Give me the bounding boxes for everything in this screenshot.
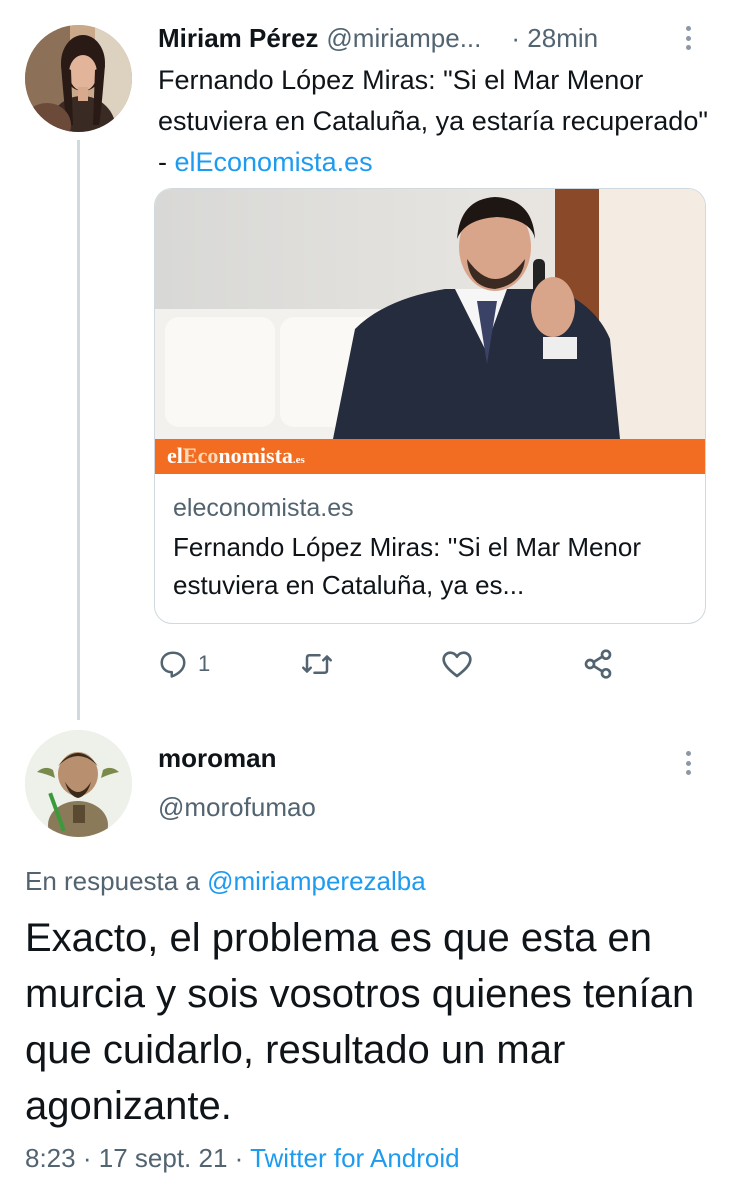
svg-text:elEconomista.es: elEconomista.es <box>167 443 306 468</box>
more-options-icon[interactable] <box>676 22 700 54</box>
replying-to-label: En respuesta a <box>25 866 208 896</box>
retweet-button[interactable] <box>300 644 334 684</box>
replying-to: En respuesta a @miriamperezalba <box>25 866 426 897</box>
tweet-time[interactable]: 8:23 <box>25 1143 76 1173</box>
tweet-header: Miriam Pérez @miriampe... · 28min <box>158 20 703 56</box>
author-name[interactable]: moroman <box>158 743 276 774</box>
more-options-icon[interactable] <box>676 747 700 779</box>
tweet-time[interactable]: · 28min <box>511 23 598 54</box>
author-handle[interactable]: @morofumao <box>158 792 316 823</box>
share-icon <box>584 649 612 679</box>
meta-separator: · <box>234 1143 244 1173</box>
retweet-icon <box>302 654 332 674</box>
card-title: Fernando López Miras: ''Si el Mar Menor … <box>173 532 642 600</box>
heart-icon <box>442 651 472 678</box>
tweet-metadata: 8:23 · 17 sept. 21 · Twitter for Android <box>25 1143 460 1174</box>
tweet-text: Fernando López Miras: "Si el Mar Menor e… <box>158 60 708 183</box>
author-handle[interactable]: @miriampe... <box>326 23 481 54</box>
meta-separator: · <box>82 1143 92 1173</box>
like-button[interactable] <box>441 644 473 684</box>
reply-button[interactable]: 1 <box>158 644 210 684</box>
avatar[interactable] <box>25 25 132 132</box>
tweet-source[interactable]: Twitter for Android <box>250 1143 460 1173</box>
time-separator: · <box>511 22 521 53</box>
reply-icon <box>160 651 186 678</box>
author-name[interactable]: Miriam Pérez <box>158 23 318 54</box>
card-body: eleconomista.es Fernando López Miras: ''… <box>173 492 693 604</box>
card-domain: eleconomista.es <box>173 494 354 522</box>
share-button[interactable] <box>582 644 614 684</box>
avatar[interactable] <box>25 730 132 837</box>
tweet-text: Exacto, el problema es que esta en murci… <box>25 916 695 1128</box>
replying-to-handle[interactable]: @miriamperezalba <box>207 866 426 896</box>
time-label: 28min <box>527 22 599 53</box>
tweet-link[interactable]: elEconomista.es <box>175 147 373 177</box>
card-image: elEconomista.es <box>155 189 705 474</box>
reply-count: 1 <box>198 651 211 676</box>
link-preview-card[interactable]: elEconomista.es eleconomista.es Fernando… <box>154 188 706 624</box>
thread-connector-line <box>77 140 80 720</box>
tweet-date[interactable]: 17 sept. 21 <box>99 1143 228 1173</box>
